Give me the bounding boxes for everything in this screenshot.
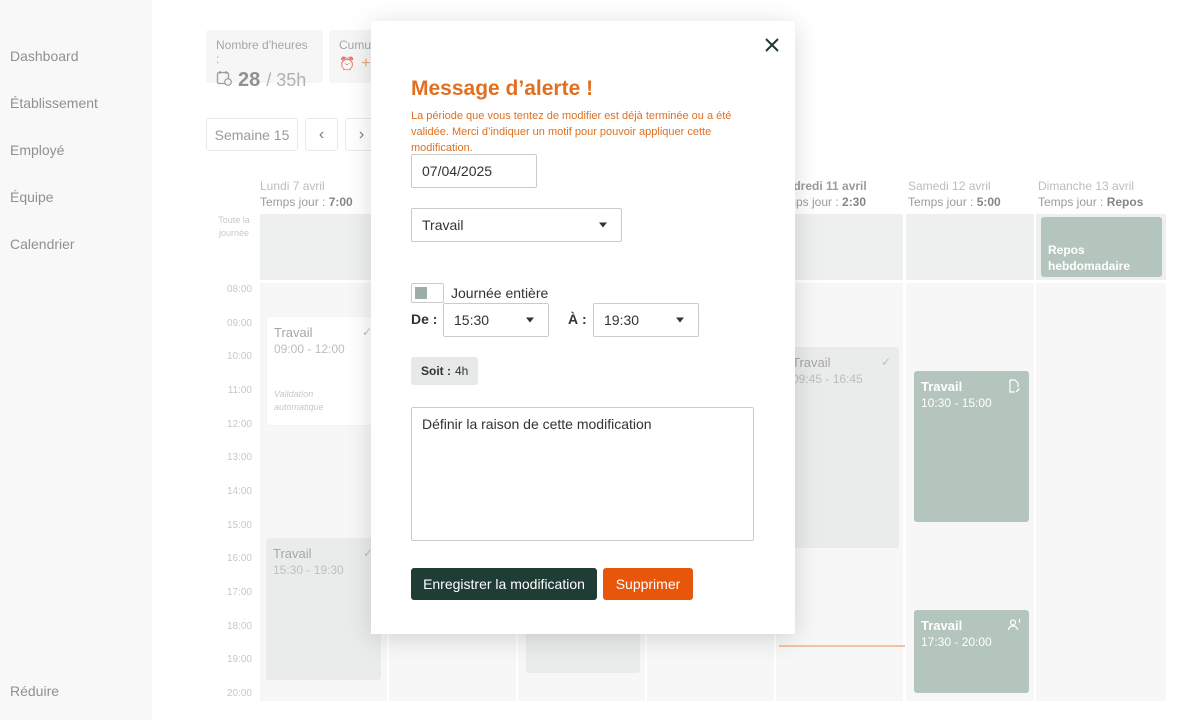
from-time-select[interactable]: 15:30 [443, 303, 549, 337]
reason-textarea[interactable] [411, 407, 754, 541]
to-time-value: 19:30 [604, 312, 640, 328]
type-value: Travail [422, 217, 464, 233]
duration-value: 4h [455, 364, 469, 378]
caret-down-icon [676, 317, 684, 323]
close-icon [765, 38, 779, 52]
from-label: De : [411, 311, 438, 327]
date-value: 07/04/2025 [422, 163, 493, 179]
alert-modal: Message d’alerte ! La période que vous t… [371, 21, 795, 634]
duration-label: Soit : [421, 364, 451, 378]
close-button[interactable] [765, 35, 779, 55]
modal-description: La période que vous tentez de modifier e… [411, 110, 732, 154]
modal-title: Message d’alerte ! [411, 77, 594, 100]
to-time-select[interactable]: 19:30 [593, 303, 699, 337]
date-field[interactable]: 07/04/2025 [411, 154, 537, 188]
save-button[interactable]: Enregistrer la modification [411, 568, 597, 600]
type-select[interactable]: Travail [411, 208, 622, 242]
caret-down-icon [599, 222, 607, 228]
delete-button[interactable]: Supprimer [603, 568, 693, 600]
duration-badge: Soit : 4h [411, 357, 479, 385]
full-day-toggle[interactable] [411, 283, 444, 303]
caret-down-icon [526, 317, 534, 323]
full-day-label: Journée entière [451, 285, 549, 301]
from-time-value: 15:30 [454, 312, 490, 328]
to-label: À : [568, 311, 587, 327]
